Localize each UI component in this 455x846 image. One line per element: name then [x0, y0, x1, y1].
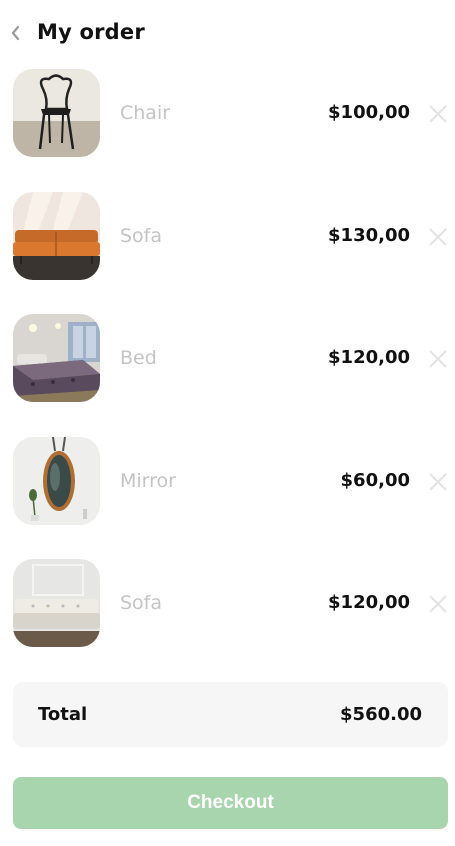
item-name: Sofa — [120, 592, 163, 614]
remove-item-button[interactable] — [427, 348, 449, 370]
remove-item-button[interactable] — [427, 593, 449, 615]
order-item: Mirror $60,00 — [0, 437, 455, 527]
header: My order — [0, 12, 455, 56]
remove-item-button[interactable] — [427, 226, 449, 248]
remove-item-button[interactable] — [427, 103, 449, 125]
product-image-chair — [13, 69, 100, 157]
item-price: $120,00 — [328, 347, 410, 368]
checkout-button[interactable]: Checkout — [13, 777, 448, 829]
total-label: Total — [38, 704, 88, 725]
item-price: $60,00 — [340, 470, 410, 491]
order-item: Chair $100,00 — [0, 69, 455, 159]
page-title: My order — [37, 20, 145, 44]
close-icon — [429, 350, 447, 368]
item-name: Mirror — [120, 470, 176, 492]
item-price: $130,00 — [328, 225, 410, 246]
item-name: Sofa — [120, 225, 163, 247]
order-item: Sofa $120,00 — [0, 559, 455, 649]
close-icon — [429, 105, 447, 123]
total-value: $560.00 — [340, 704, 422, 725]
back-button[interactable] — [6, 18, 26, 48]
order-item: Bed $120,00 — [0, 314, 455, 404]
product-image-sofa — [13, 559, 100, 647]
chevron-left-icon — [11, 25, 20, 41]
close-icon — [429, 473, 447, 491]
total-summary: Total $560.00 — [13, 682, 448, 747]
order-page: My order Chair $100,00 Sofa $130,00 Bed … — [0, 0, 455, 846]
item-name: Chair — [120, 102, 171, 124]
close-icon — [429, 595, 447, 613]
order-item: Sofa $130,00 — [0, 192, 455, 282]
product-image-sofa — [13, 192, 100, 280]
product-image-mirror — [13, 437, 100, 525]
close-icon — [429, 228, 447, 246]
product-image-bed — [13, 314, 100, 402]
item-price: $120,00 — [328, 592, 410, 613]
remove-item-button[interactable] — [427, 471, 449, 493]
item-name: Bed — [120, 347, 157, 369]
item-price: $100,00 — [328, 102, 410, 123]
